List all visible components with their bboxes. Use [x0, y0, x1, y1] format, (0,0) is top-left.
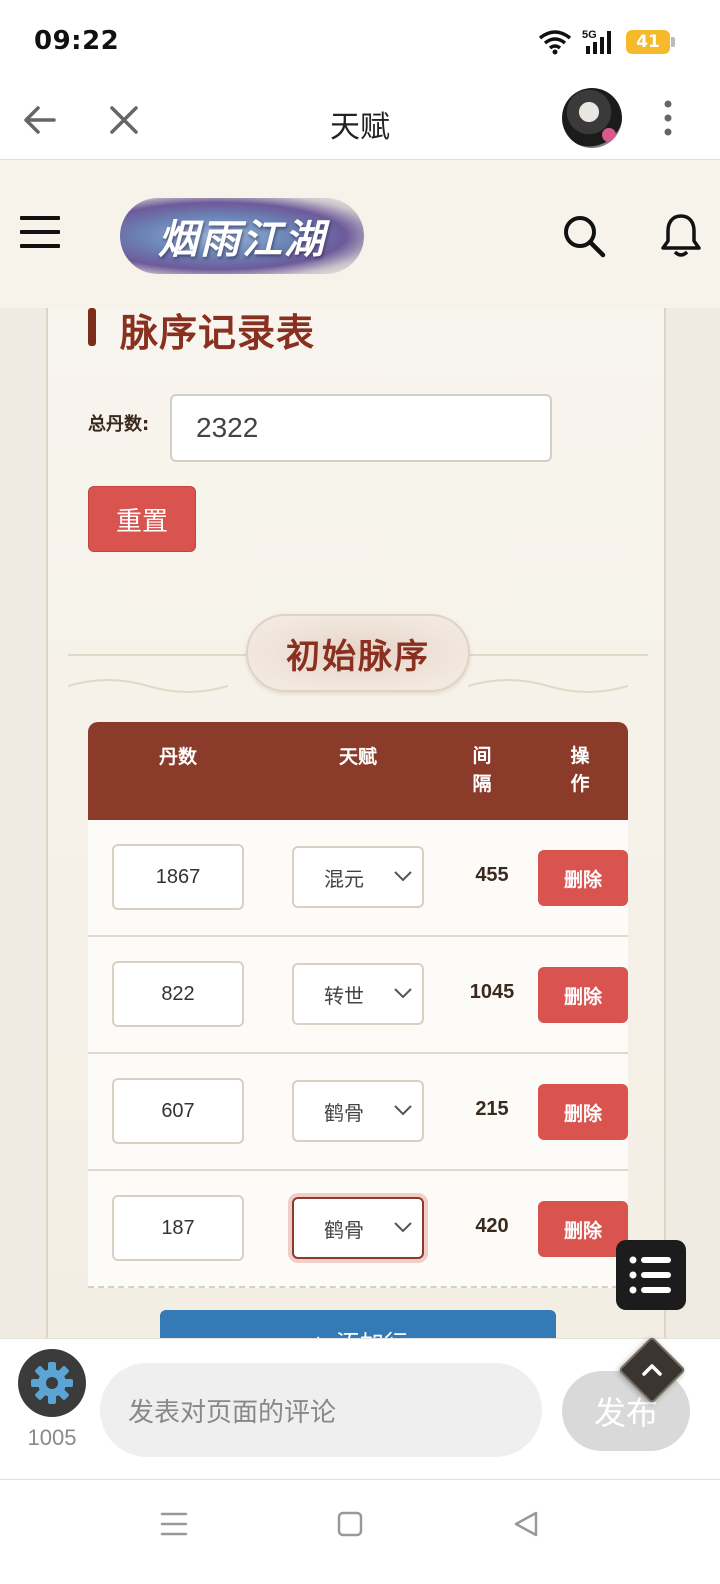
- interval-value: 455: [475, 864, 509, 886]
- status-time: 09:22: [34, 26, 120, 56]
- bell-icon[interactable]: [660, 212, 702, 258]
- section-title-bar: [88, 308, 96, 346]
- site-header: 烟雨江湖: [0, 160, 720, 308]
- tianfu-select-value: 混元: [324, 866, 364, 891]
- wifi-icon: [538, 29, 572, 55]
- chevron-up-icon: [642, 1364, 662, 1376]
- wave-decoration-right: [468, 679, 628, 693]
- table-of-contents-button[interactable]: [616, 1240, 686, 1310]
- divider-right: [468, 654, 648, 656]
- chevron-down-icon: [394, 1105, 412, 1116]
- table-row: 187 鹤骨 420 删除: [88, 1171, 628, 1288]
- battery-level: 41: [636, 32, 660, 52]
- table-row: 1867 混元 455 删除: [88, 820, 628, 937]
- signal-icon: 5G: [582, 28, 616, 56]
- delete-button[interactable]: 删除: [538, 967, 628, 1023]
- dan-input[interactable]: 822: [112, 961, 244, 1027]
- comment-bar: 1005 发表对页面的评论 发布: [0, 1338, 720, 1480]
- initial-sequence-badge: 初始脉序: [246, 614, 470, 692]
- home-icon[interactable]: [336, 1510, 364, 1538]
- list-icon: [629, 1256, 671, 1294]
- tianfu-select-value: 鹤骨: [324, 1100, 364, 1125]
- table-header: 丹数 天赋 间隔 操作: [88, 722, 628, 820]
- recent-apps-icon[interactable]: [160, 1510, 188, 1538]
- section-title: 脉序记录表: [120, 311, 316, 355]
- table-row: 607 鹤骨 215 删除: [88, 1054, 628, 1171]
- gear-icon[interactable]: [18, 1349, 86, 1417]
- dan-input[interactable]: 607: [112, 1078, 244, 1144]
- site-logo[interactable]: 烟雨江湖: [120, 198, 364, 274]
- logo-text: 烟雨江湖: [158, 216, 326, 263]
- more-vertical-icon[interactable]: [656, 98, 680, 138]
- battery-icon: 41: [626, 30, 675, 54]
- header-dan: 丹数: [158, 746, 197, 768]
- tianfu-select[interactable]: 转世: [292, 963, 424, 1025]
- dan-input[interactable]: 187: [112, 1195, 244, 1261]
- tianfu-select[interactable]: 混元: [292, 846, 424, 908]
- system-nav-bar: [0, 1480, 720, 1584]
- dan-input[interactable]: 1867: [112, 844, 244, 910]
- hamburger-menu-icon[interactable]: [20, 214, 60, 250]
- total-dan-label: 总丹数:: [88, 414, 150, 435]
- add-row-button[interactable]: + 添加行: [160, 1310, 556, 1338]
- wave-decoration-left: [68, 679, 228, 693]
- chevron-down-icon: [394, 1222, 412, 1233]
- chevron-down-icon: [394, 988, 412, 999]
- system-back-icon[interactable]: [512, 1510, 540, 1538]
- table-row: 822 转世 1045 删除: [88, 937, 628, 1054]
- avatar[interactable]: [562, 88, 622, 148]
- header-interval: 间隔: [472, 745, 492, 795]
- header-tianfu: 天赋: [338, 746, 377, 768]
- reset-button[interactable]: 重置: [88, 486, 196, 552]
- delete-button[interactable]: 删除: [538, 1084, 628, 1140]
- tianfu-select[interactable]: 鹤骨: [292, 1197, 424, 1259]
- status-icons: 5G 41: [538, 28, 675, 56]
- content-card: 脉序记录表 总丹数: 2322 重置 初始脉序 丹数 天赋 间隔 操作 1867…: [46, 308, 666, 1338]
- tianfu-select[interactable]: 鹤骨: [292, 1080, 424, 1142]
- comment-input[interactable]: 发表对页面的评论: [100, 1363, 542, 1457]
- view-count: 1005: [27, 1425, 77, 1450]
- search-icon[interactable]: [562, 214, 606, 258]
- total-dan-input[interactable]: 2322: [170, 394, 552, 462]
- delete-button[interactable]: 删除: [538, 850, 628, 906]
- tianfu-select-value: 鹤骨: [324, 1217, 364, 1242]
- chevron-down-icon: [394, 871, 412, 882]
- delete-button[interactable]: 删除: [538, 1201, 628, 1257]
- interval-value: 420: [475, 1215, 509, 1237]
- status-bar: 09:22 5G 41: [0, 0, 720, 80]
- interval-value: 1045: [469, 981, 515, 1003]
- tianfu-select-value: 转世: [324, 983, 364, 1008]
- sequence-table: 丹数 天赋 间隔 操作 1867 混元 455 删除 822 转世 1045 删…: [88, 722, 628, 1288]
- interval-value: 215: [475, 1098, 509, 1120]
- divider-left: [68, 654, 248, 656]
- header-operation: 操作: [570, 745, 590, 795]
- top-nav: 天赋: [0, 80, 720, 160]
- network-label: 5G: [582, 29, 597, 41]
